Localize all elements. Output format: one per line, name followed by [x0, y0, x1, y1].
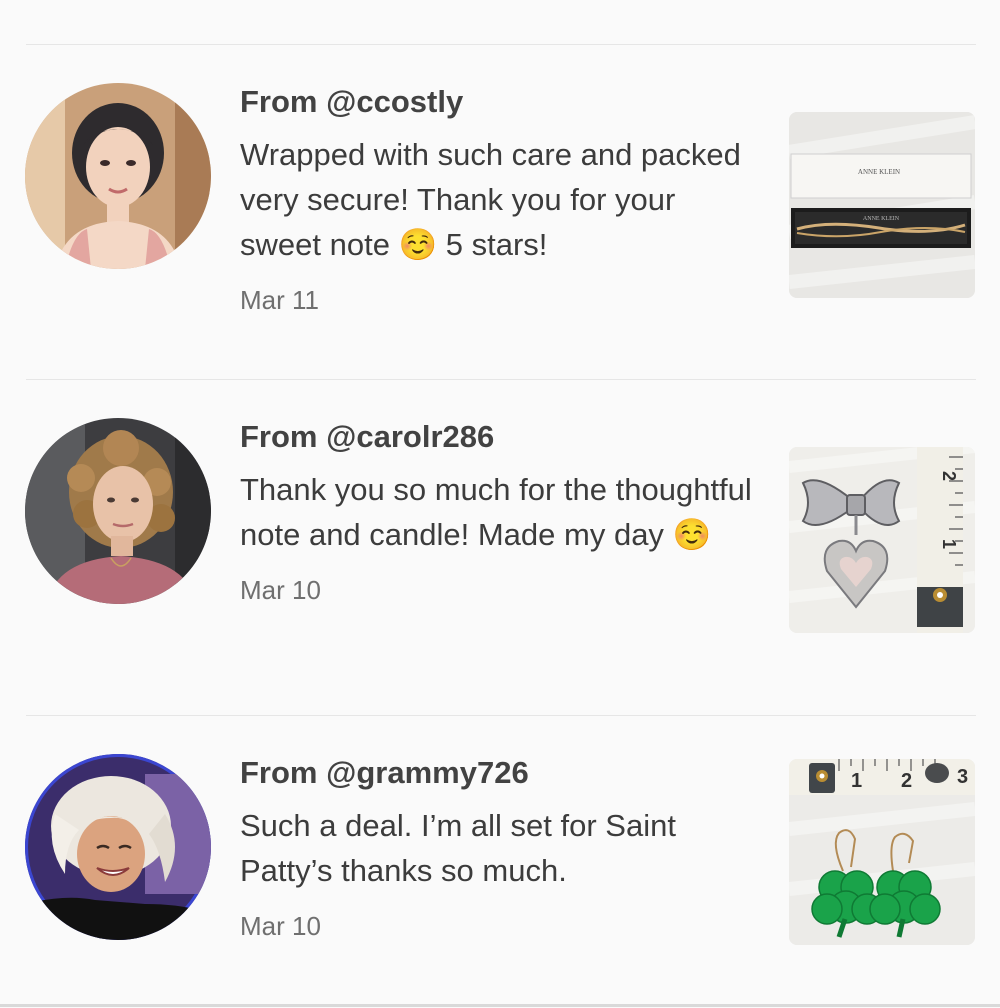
svg-text:ANNE KLEIN: ANNE KLEIN	[863, 216, 900, 222]
svg-text:ANNE KLEIN: ANNE KLEIN	[858, 168, 900, 176]
review-date: Mar 10	[240, 911, 321, 941]
ruler-mark: 2	[901, 770, 912, 792]
review-text: From @carolr286 Thank you so much for th…	[240, 417, 760, 605]
review-item[interactable]: From @grammy726 Such a deal. I’m all set…	[0, 716, 1000, 1008]
review-item[interactable]: From @carolr286 Thank you so much for th…	[0, 380, 1000, 715]
bracelet-box-photo[interactable]: ANNE KLEIN ANNE KLEIN	[789, 112, 975, 298]
review-text: From @ccostly Wrapped with such care and…	[240, 82, 760, 315]
ruler-mark: 1	[939, 539, 959, 549]
bow-heart-locket-pin-photo[interactable]: 2 1	[789, 447, 975, 633]
review-author[interactable]: From @ccostly	[240, 82, 760, 122]
review-date: Mar 11	[240, 285, 319, 315]
review-text: From @grammy726 Such a deal. I’m all set…	[240, 753, 760, 941]
cartoon-woman-avatar[interactable]	[25, 83, 211, 269]
review-author[interactable]: From @grammy726	[240, 753, 760, 793]
author-handle[interactable]: @ccostly	[326, 84, 463, 119]
review-item[interactable]: From @ccostly Wrapped with such care and…	[0, 45, 1000, 380]
shamrock-earrings-photo[interactable]: 1 2 3	[789, 759, 975, 945]
divider	[0, 1004, 1000, 1007]
review-author[interactable]: From @carolr286	[240, 417, 760, 457]
blonde-woman-avatar[interactable]	[25, 754, 211, 940]
curly-hair-woman-avatar[interactable]	[25, 418, 211, 604]
ruler-mark: 2	[939, 471, 959, 481]
ruler-mark: 3	[957, 766, 968, 788]
ruler-mark: 1	[851, 770, 862, 792]
author-handle[interactable]: @carolr286	[326, 419, 494, 454]
author-handle[interactable]: @grammy726	[326, 755, 529, 790]
review-comment: Thank you so much for the thoughtful not…	[240, 472, 752, 552]
reviews-page: From @ccostly Wrapped with such care and…	[0, 0, 1000, 1008]
review-date: Mar 10	[240, 575, 321, 605]
review-comment: Wrapped with such care and packed very s…	[240, 137, 741, 262]
review-comment: Such a deal. I’m all set for Saint Patty…	[240, 808, 676, 888]
